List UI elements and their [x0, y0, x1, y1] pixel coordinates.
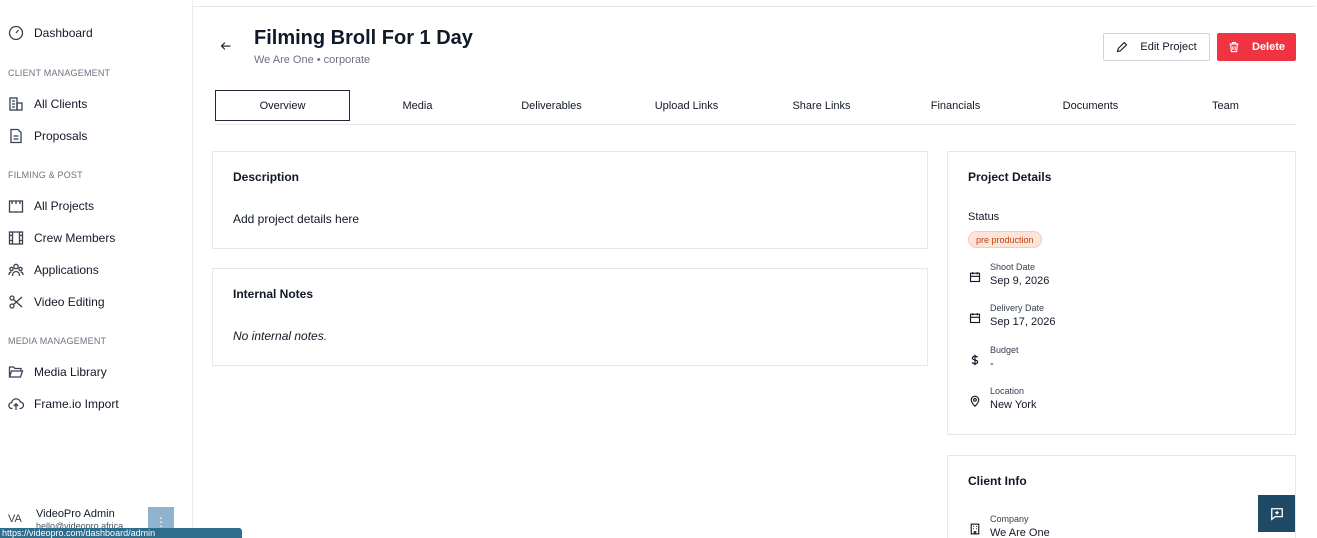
budget-value: - [990, 358, 994, 370]
delete-label: Delete [1251, 41, 1286, 53]
folder-open-icon [8, 364, 24, 380]
internal-notes-title: Internal Notes [233, 287, 314, 301]
client-info-card: Client Info Company We Are One [947, 455, 1296, 538]
sidebar-item-label: All Clients [34, 97, 88, 111]
delete-button[interactable]: Delete [1217, 33, 1296, 61]
sidebar-item-label: Video Editing [34, 295, 105, 309]
calendar-icon [968, 311, 982, 325]
message-plus-icon [1270, 507, 1283, 521]
location-value: New York [990, 399, 1037, 411]
map-pin-icon [968, 394, 982, 408]
delivery-date-label: Delivery Date [990, 303, 1045, 313]
sidebar-item-dashboard[interactable]: Dashboard [8, 23, 93, 43]
building-icon [8, 96, 24, 112]
status-label: Status [968, 211, 1000, 223]
back-button[interactable] [218, 38, 234, 54]
description-body: Add project details here [233, 212, 360, 226]
page-title: Filming Broll For 1 Day [254, 27, 473, 49]
tab-upload-links[interactable]: Upload Links [619, 90, 754, 121]
company-label: Company [990, 514, 1029, 524]
avatar: VA [8, 513, 22, 525]
sidebar-item-all-clients[interactable]: All Clients [8, 94, 87, 114]
sidebar: Dashboard CLIENT MANAGEMENT All Clients … [0, 0, 242, 538]
sidebar-item-label: Applications [34, 263, 99, 277]
sidebar-item-crew-members[interactable]: Crew Members [8, 228, 115, 248]
tab-documents[interactable]: Documents [1023, 90, 1158, 121]
sidebar-item-label: Media Library [34, 365, 107, 379]
document-icon [8, 128, 24, 144]
gauge-icon [8, 25, 24, 41]
scissors-icon [8, 294, 24, 310]
company-value: We Are One [990, 527, 1050, 538]
shoot-date-label: Shoot Date [990, 262, 1036, 272]
tab-overview[interactable]: Overview [215, 90, 350, 121]
sidebar-item-label: Crew Members [34, 231, 116, 245]
film-icon [8, 230, 24, 246]
project-details-card: Project Details Status pre production Sh… [947, 151, 1296, 435]
tab-team[interactable]: Team [1158, 90, 1293, 121]
users-icon [8, 262, 24, 278]
cloud-upload-icon [8, 396, 24, 412]
sidebar-item-frameio-import[interactable]: Frame.io Import [8, 394, 119, 414]
chat-button[interactable] [1258, 495, 1295, 532]
tab-share-links[interactable]: Share Links [754, 90, 889, 121]
sidebar-item-applications[interactable]: Applications [8, 260, 99, 280]
building-icon [968, 522, 982, 536]
pencil-icon [1117, 41, 1128, 53]
tab-deliverables[interactable]: Deliverables [484, 90, 619, 121]
tab-media[interactable]: Media [350, 90, 485, 121]
edit-project-button[interactable]: Edit Project [1103, 33, 1210, 61]
sidebar-item-video-editing[interactable]: Video Editing [8, 292, 105, 312]
sidebar-item-all-projects[interactable]: All Projects [8, 196, 94, 216]
internal-notes-body: No internal notes. [233, 329, 328, 343]
sidebar-item-label: All Projects [34, 199, 95, 213]
arrow-left-icon [220, 42, 231, 50]
description-title: Description [233, 170, 300, 184]
tab-financials[interactable]: Financials [888, 90, 1023, 121]
page-subtitle: We Are One • corporate [254, 54, 371, 66]
client-info-title: Client Info [968, 474, 1027, 488]
sidebar-item-label: Dashboard [34, 26, 93, 40]
location-label: Location [990, 386, 1025, 396]
top-divider [193, 6, 1315, 7]
trash-icon [1229, 41, 1239, 53]
calendar-icon [968, 270, 982, 284]
shoot-date-value: Sep 9, 2026 [990, 275, 1050, 287]
section-label-media-management: MEDIA MANAGEMENT [8, 336, 107, 346]
sidebar-item-media-library[interactable]: Media Library [8, 362, 107, 382]
tab-bar: Overview Media Deliverables Upload Links… [215, 90, 1296, 125]
section-label-filming-post: FILMING & POST [8, 170, 83, 180]
project-details-title: Project Details [968, 170, 1052, 184]
dollar-icon [968, 353, 982, 367]
budget-label: Budget [990, 345, 1019, 355]
delivery-date-value: Sep 17, 2026 [990, 316, 1056, 328]
status-url-bar: https://videopro.com/dashboard/admin [0, 528, 242, 538]
sidebar-item-label: Frame.io Import [34, 397, 119, 411]
clapperboard-icon [8, 198, 24, 214]
internal-notes-card: Internal Notes No internal notes. [212, 268, 928, 366]
section-label-client-management: CLIENT MANAGEMENT [8, 68, 111, 78]
sidebar-item-label: Proposals [34, 129, 88, 143]
user-name: VideoPro Admin [36, 508, 115, 520]
edit-project-label: Edit Project [1140, 41, 1197, 53]
sidebar-item-proposals[interactable]: Proposals [8, 126, 87, 146]
description-card: Description Add project details here [212, 151, 928, 249]
status-badge: pre production [968, 231, 1042, 248]
